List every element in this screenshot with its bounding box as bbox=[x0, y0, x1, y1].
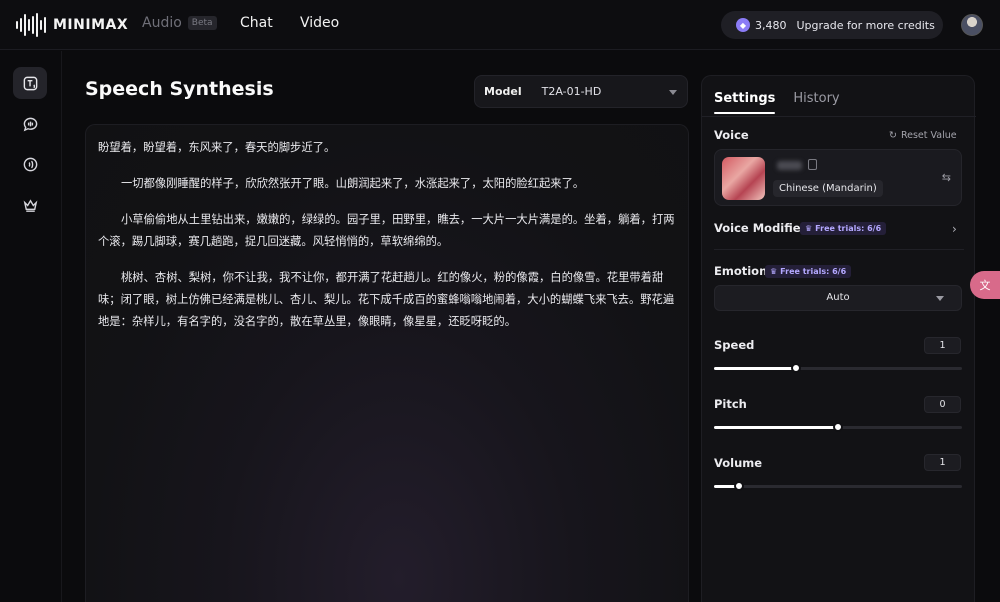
chevron-down-icon bbox=[669, 90, 677, 95]
pitch-label: Pitch bbox=[714, 397, 747, 411]
voice-card[interactable]: Chinese (Mandarin) ⇆ bbox=[714, 149, 962, 206]
volume-value-input[interactable]: 1 bbox=[924, 454, 961, 471]
chevron-down-icon bbox=[936, 296, 944, 301]
text-paragraph: 桃树、杏树、梨树，你不让我，我不让你，都开满了花赶趟儿。红的像火，粉的像霞，白的… bbox=[98, 271, 675, 328]
rail-voice-clone[interactable] bbox=[13, 148, 47, 180]
voice-thumbnail bbox=[722, 157, 765, 200]
swap-icon[interactable]: ⇆ bbox=[942, 171, 951, 184]
text-paragraph: 小草偷偷地从土里钻出来，嫩嫩的，绿绿的。园子里，田野里，瞧去，一大片一大片满是的… bbox=[98, 213, 675, 248]
upgrade-label: Upgrade for more credits bbox=[796, 18, 935, 32]
free-trial-badge: ♛ Free trials: 6/6 bbox=[765, 265, 852, 278]
volume-slider[interactable] bbox=[714, 481, 962, 491]
voice-label: Voice bbox=[714, 128, 749, 142]
reset-icon: ↻ bbox=[889, 130, 897, 141]
reset-label: Reset Value bbox=[900, 130, 957, 141]
rail-speech-synthesis[interactable] bbox=[13, 67, 47, 99]
voice-name-redacted bbox=[777, 161, 802, 170]
credit-amount: 3,480 bbox=[755, 18, 787, 32]
sound-wave-icon bbox=[23, 157, 37, 171]
nav-audio-label: Audio bbox=[142, 15, 182, 31]
avatar[interactable] bbox=[961, 14, 983, 36]
speed-value-input[interactable]: 1 bbox=[924, 337, 961, 354]
beta-badge: Beta bbox=[187, 16, 217, 30]
crown-icon bbox=[23, 198, 37, 212]
nav-chat[interactable]: Chat bbox=[240, 15, 273, 31]
nav-audio[interactable]: Audio Beta bbox=[142, 15, 217, 31]
left-rail bbox=[0, 51, 62, 602]
main-nav: Audio Beta Chat Video bbox=[142, 15, 339, 31]
brand-name: MINIMAX bbox=[53, 17, 129, 33]
slider-thumb[interactable] bbox=[790, 363, 801, 373]
slider-thumb[interactable] bbox=[733, 481, 744, 491]
panel-tabs: Settings History bbox=[714, 91, 840, 114]
divider bbox=[714, 249, 964, 250]
tab-settings[interactable]: Settings bbox=[714, 91, 776, 114]
model-label: Model bbox=[484, 85, 522, 98]
credits-upgrade-button[interactable]: ◆ 3,480 Upgrade for more credits bbox=[721, 11, 943, 39]
emotion-select[interactable]: Auto bbox=[714, 285, 962, 311]
top-bar: MINIMAX Audio Beta Chat Video ◆ 3,480 Up… bbox=[0, 0, 1000, 50]
text-to-speech-icon bbox=[23, 76, 37, 90]
pitch-slider[interactable] bbox=[714, 422, 962, 432]
tab-history[interactable]: History bbox=[793, 91, 839, 114]
translate-icon[interactable]: 文 bbox=[970, 271, 1000, 299]
voice-modifier-label[interactable]: Voice Modifier bbox=[714, 221, 806, 235]
text-editor[interactable]: 盼望着，盼望着，东风来了，春天的脚步近了。 一切都像刚睡醒的样子，欣欣然张开了眼… bbox=[85, 124, 689, 602]
voice-language-badge: Chinese (Mandarin) bbox=[773, 180, 883, 197]
free-trial-badge: ♛ Free trials: 6/6 bbox=[800, 222, 887, 235]
speed-label: Speed bbox=[714, 338, 755, 352]
slider-thumb[interactable] bbox=[833, 422, 843, 432]
reset-value-button[interactable]: ↻ Reset Value bbox=[889, 130, 957, 141]
slider-fill bbox=[714, 367, 796, 370]
main-area: Speech Synthesis Model T2A-01-HD 盼望着，盼望着… bbox=[62, 51, 700, 602]
rail-premium[interactable] bbox=[13, 189, 47, 221]
rail-voice-chat[interactable] bbox=[13, 108, 47, 140]
emotion-value: Auto bbox=[826, 292, 850, 303]
trial-text: Free trials: 6/6 bbox=[780, 267, 847, 276]
chat-bubble-icon bbox=[23, 117, 37, 131]
emotion-label: Emotion bbox=[714, 264, 768, 278]
text-paragraph: 盼望着，盼望着，东风来了，春天的脚步近了。 bbox=[98, 141, 336, 154]
crown-icon: ♛ bbox=[805, 224, 813, 233]
nav-video[interactable]: Video bbox=[300, 15, 339, 31]
copy-icon[interactable] bbox=[808, 159, 817, 170]
tabs-divider bbox=[702, 116, 976, 117]
speed-slider[interactable] bbox=[714, 363, 962, 373]
model-value: T2A-01-HD bbox=[541, 85, 602, 98]
volume-label: Volume bbox=[714, 456, 763, 470]
crown-icon: ♛ bbox=[770, 267, 778, 276]
pitch-value-input[interactable]: 0 bbox=[924, 396, 961, 413]
text-paragraph: 一切都像刚睡醒的样子，欣欣然张开了眼。山朗润起来了，水涨起来了，太阳的脸红起来了… bbox=[121, 177, 585, 190]
settings-panel: Settings History Voice ↻ Reset Value Chi… bbox=[701, 75, 976, 602]
chevron-right-icon[interactable]: › bbox=[952, 222, 957, 236]
trial-text: Free trials: 6/6 bbox=[815, 224, 882, 233]
model-select[interactable]: Model T2A-01-HD bbox=[474, 75, 688, 108]
page-title: Speech Synthesis bbox=[85, 78, 274, 100]
credit-coin-icon: ◆ bbox=[736, 18, 750, 32]
logo-wave-icon bbox=[16, 13, 46, 37]
slider-fill bbox=[714, 426, 838, 429]
brand-logo[interactable]: MINIMAX bbox=[16, 13, 128, 37]
